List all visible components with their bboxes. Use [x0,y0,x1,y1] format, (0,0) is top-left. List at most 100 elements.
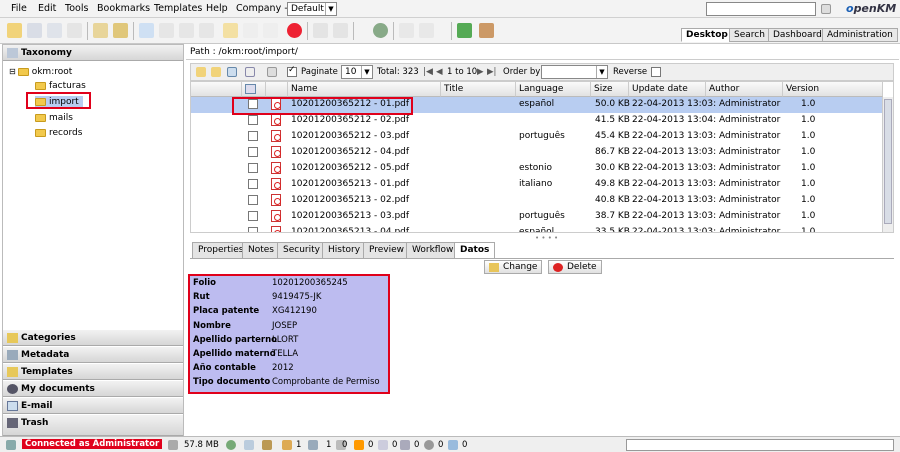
add-subscription-icon[interactable] [399,23,414,38]
menu-edit[interactable]: Edit [38,3,56,14]
checked-out-icon[interactable] [308,440,318,450]
table-row[interactable]: 10201200365212 - 05.pdf estonio 30.0 KB 22-… [191,161,883,177]
grid-scrollbar[interactable] [882,97,893,232]
next-page-icon[interactable]: ▶ [477,67,484,77]
column-header-select[interactable] [242,82,266,97]
metadata-header[interactable]: Metadata [3,347,183,363]
workflow-gear-icon[interactable] [373,23,388,38]
row-checkbox[interactable] [248,211,258,221]
row-checkbox[interactable] [248,147,258,157]
scrollbar-thumb[interactable] [884,99,892,224]
reverse-checkbox[interactable] [651,67,661,77]
checkin-icon[interactable] [243,23,258,38]
column-header-type[interactable] [266,82,288,97]
first-page-icon[interactable]: |◀ [423,67,433,77]
row-checkbox[interactable] [248,195,258,205]
paginate-checkbox[interactable]: ✓ [287,65,297,77]
remove-subscription-icon[interactable] [419,23,434,38]
table-row[interactable]: 10201200365213 - 02.pdf 40.8 KB 22-04-2013… [191,193,883,209]
row-checkbox[interactable] [248,131,258,141]
tree-root[interactable]: ⊟ okm:root [9,65,72,78]
delete-icon[interactable] [287,23,302,38]
table-row[interactable]: 10201200365212 - 02.pdf 41.5 KB 22-04-2013… [191,113,883,129]
tab-history[interactable]: History [322,242,367,258]
change-button[interactable]: Change [484,260,543,274]
download-pdf-icon[interactable] [179,23,194,38]
row-checkbox[interactable] [248,163,258,173]
user-count-icon[interactable] [262,440,272,450]
add-property-group-icon[interactable] [313,23,328,38]
download-icon[interactable] [159,23,174,38]
last-page-icon[interactable]: ▶| [487,67,496,77]
tab-datos[interactable]: Datos [454,242,496,258]
tab-properties[interactable]: Properties [192,242,250,258]
taxonomy-header[interactable]: Taxonomy [3,45,183,61]
table-row[interactable]: 10201200365212 - 03.pdf português 45.4 KB 2… [191,129,883,145]
folder-open-icon[interactable] [211,67,221,77]
refresh-icon[interactable] [457,23,472,38]
tab-desktop[interactable]: Desktop [681,28,733,42]
users-icon[interactable] [226,440,236,450]
prev-page-icon[interactable]: ◀ [436,67,443,77]
chat-icon[interactable] [244,440,254,450]
menu-tools[interactable]: Tools [65,3,88,14]
splitter-handle[interactable]: • • • • [535,234,558,242]
column-header-language[interactable]: Language [516,82,591,97]
workflow-icon[interactable] [424,440,434,450]
table-row[interactable]: 10201200365212 - 04.pdf 86.7 KB 22-04-2013… [191,145,883,161]
column-header-title[interactable]: Title [441,82,516,97]
lock-icon[interactable] [93,23,108,38]
tab-administration[interactable]: Administration [822,28,898,42]
column-header-update-date[interactable]: Update date [629,82,706,97]
tree-folder-mails[interactable]: mails [35,112,73,125]
document-icon[interactable] [245,67,255,77]
menu-file[interactable]: File [11,3,27,14]
similar-documents-icon[interactable] [67,23,82,38]
checkout-icon[interactable] [199,23,214,38]
tab-notes[interactable]: Notes [242,242,280,258]
menu-templates[interactable]: Templates [154,3,202,14]
order-by-select[interactable]: ▼ [541,65,608,79]
tab-dashboard[interactable]: Dashboard [768,28,827,42]
create-folder-icon[interactable] [7,23,22,38]
menu-bookmarks[interactable]: Bookmarks [97,3,150,14]
page-size-select[interactable]: 10 ▼ [341,65,373,79]
quick-search-input[interactable] [706,2,816,16]
locked-documents-icon[interactable] [282,440,292,450]
email-header[interactable]: E-mail [3,398,183,414]
column-header-name[interactable]: Name [288,82,441,97]
remove-property-group-icon[interactable] [333,23,348,38]
column-header-author[interactable]: Author [706,82,783,97]
column-header-size[interactable]: Size [591,82,629,97]
messages-icon[interactable] [378,440,388,450]
filter-icon[interactable] [267,67,277,77]
row-checkbox[interactable] [248,227,258,232]
categories-header[interactable]: Categories [3,330,183,346]
unlock-icon[interactable] [113,23,128,38]
my-documents-header[interactable]: My documents [3,381,183,397]
menu-help[interactable]: Help [206,3,228,14]
collapse-icon[interactable]: ⊟ [9,67,16,76]
tab-security[interactable]: Security [277,242,326,258]
bookmarks-icon[interactable] [400,440,410,450]
find-document-icon[interactable] [47,23,62,38]
cancel-checkout-icon[interactable] [263,23,278,38]
table-row[interactable]: 10201200365213 - 03.pdf português 38.7 KB 2… [191,209,883,225]
add-document-icon[interactable] [139,23,154,38]
delete-button[interactable]: Delete [548,260,602,274]
home-icon[interactable] [479,23,494,38]
company-select[interactable]: Default ▼ [287,2,337,16]
templates-header[interactable]: Templates [3,364,183,380]
find-folder-icon[interactable] [27,23,42,38]
tab-search[interactable]: Search [729,28,770,42]
column-header-version[interactable]: Version [783,82,883,97]
folder-icon[interactable] [196,67,206,77]
tab-preview[interactable]: Preview [363,242,411,258]
row-checkbox[interactable] [248,179,258,189]
proposals-icon[interactable] [448,440,458,450]
edit-icon[interactable] [223,23,238,38]
mail-icon[interactable] [227,67,237,77]
table-row[interactable]: 10201200365213 - 01.pdf italiano 49.8 KB 22… [191,177,883,193]
search-icon[interactable] [821,4,831,14]
table-row[interactable]: 10201200365213 - 04.pdf español 33.5 KB 22-… [191,225,883,232]
